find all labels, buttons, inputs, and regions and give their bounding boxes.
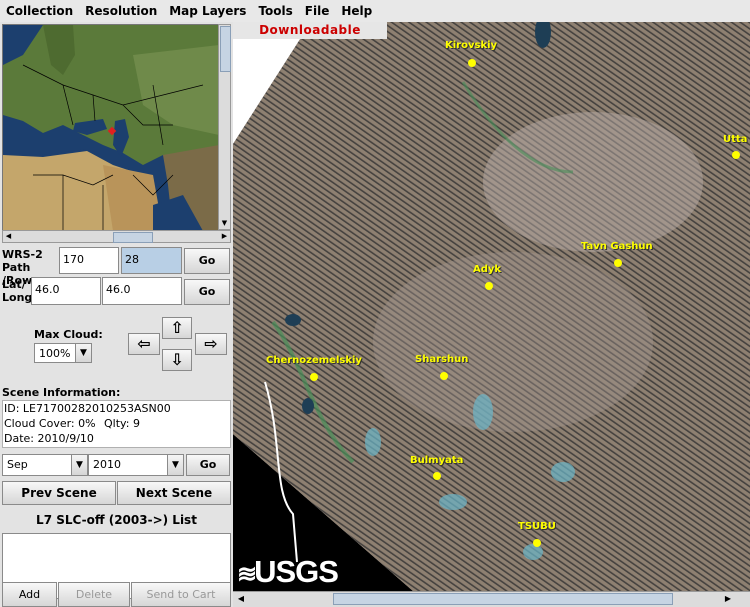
overview-map[interactable] — [2, 24, 220, 232]
latlong-go-button[interactable]: Go — [184, 279, 230, 305]
menu-file[interactable]: File — [299, 4, 336, 18]
month-select[interactable]: Sep ▼ — [2, 454, 88, 476]
scene-cloud-cover: Cloud Cover: 0% — [4, 417, 96, 430]
city-label: Tavn Gashun — [581, 241, 653, 252]
scene-date: Date: 2010/9/10 — [4, 432, 94, 445]
menu-resolution[interactable]: Resolution — [79, 4, 163, 18]
scroll-left-icon[interactable]: ◀ — [3, 231, 14, 242]
chevron-down-icon[interactable]: ▼ — [167, 455, 183, 475]
city-marker-icon — [485, 282, 493, 290]
max-cloud-select[interactable]: 100% ▼ — [34, 343, 92, 363]
left-panel: ▼ ◀ ▶ WRS-2 Path /Row: 170 28 Go Lat/ Lo… — [0, 22, 233, 607]
city-label: Sharshun — [415, 354, 469, 365]
latlong-label: Lat/ Long: — [2, 278, 37, 304]
add-button[interactable]: Add — [2, 582, 57, 607]
menu-help[interactable]: Help — [335, 4, 378, 18]
arrow-right-icon: ⇨ — [204, 334, 218, 353]
city-marker-icon — [310, 373, 318, 381]
scene-info-box: ID: LE71700282010253ASN00 Cloud Cover: 0… — [2, 400, 231, 448]
scene-info-header: Scene Information: — [2, 386, 121, 399]
send-to-cart-button[interactable]: Send to Cart — [131, 582, 231, 607]
max-cloud-label: Max Cloud: — [34, 328, 103, 341]
scroll-right-icon[interactable]: ▶ — [722, 593, 734, 605]
usgs-logo: ≋USGS — [237, 554, 339, 589]
city-label: Chernozemelskiy — [266, 355, 362, 366]
scroll-thumb[interactable] — [113, 232, 153, 243]
arrow-left-icon: ⇦ — [137, 334, 151, 353]
pan-up-button[interactable]: ⇧ — [162, 317, 192, 339]
overview-map-image — [3, 25, 219, 231]
city-label: Kirovskiy — [445, 40, 498, 51]
row-input[interactable]: 28 — [121, 247, 182, 274]
overview-horizontal-scrollbar[interactable]: ◀ ▶ — [2, 230, 231, 243]
overview-vertical-scrollbar[interactable]: ▼ — [218, 24, 231, 230]
prev-scene-button[interactable]: Prev Scene — [2, 481, 116, 505]
scene-quality: Qlty: 9 — [104, 417, 140, 430]
city-marker-icon — [614, 259, 622, 267]
menu-bar: Collection Resolution Map Layers Tools F… — [0, 0, 750, 22]
year-value: 2010 — [93, 458, 121, 471]
arrow-up-icon: ⇧ — [170, 318, 184, 337]
pan-left-button[interactable]: ⇦ — [128, 333, 160, 355]
city-label: Adyk — [473, 264, 502, 275]
next-scene-button[interactable]: Next Scene — [117, 481, 231, 505]
delete-button[interactable]: Delete — [58, 582, 130, 607]
downloadable-banner: Downloadable — [233, 22, 387, 39]
longitude-input[interactable]: 46.0 — [102, 277, 182, 305]
city-marker-icon — [533, 539, 541, 547]
city-label: TSUBU — [518, 521, 556, 532]
map-horizontal-scrollbar[interactable]: ◀ ▶ — [233, 591, 750, 607]
map-view[interactable]: Downloadable Kirovskiy Utta Tavn Gashun … — [233, 22, 750, 591]
city-marker-icon — [732, 151, 740, 159]
usgs-wave-icon: ≋ — [237, 561, 257, 588]
latitude-input[interactable]: 46.0 — [31, 277, 101, 305]
city-marker-icon — [433, 472, 441, 480]
city-marker-icon — [440, 372, 448, 380]
menu-map-layers[interactable]: Map Layers — [163, 4, 252, 18]
scroll-thumb[interactable] — [333, 593, 673, 605]
max-cloud-value: 100% — [39, 347, 71, 360]
chevron-down-icon[interactable]: ▼ — [75, 344, 91, 362]
scroll-left-icon[interactable]: ◀ — [235, 593, 247, 605]
city-label: Bulmyata — [410, 455, 464, 466]
scene-image — [233, 22, 750, 591]
scroll-right-icon[interactable]: ▶ — [219, 231, 230, 242]
menu-collection[interactable]: Collection — [0, 4, 79, 18]
scene-id: ID: LE71700282010253ASN00 — [4, 402, 171, 415]
wrs-go-button[interactable]: Go — [184, 248, 230, 274]
pan-down-button[interactable]: ⇩ — [162, 349, 192, 371]
chevron-down-icon[interactable]: ▼ — [71, 455, 87, 475]
month-value: Sep — [7, 458, 28, 471]
city-marker-icon — [468, 59, 476, 67]
scene-list-title: L7 SLC-off (2003->) List — [36, 513, 197, 527]
arrow-down-icon: ⇩ — [170, 350, 184, 369]
scroll-down-icon[interactable]: ▼ — [220, 219, 229, 228]
scroll-thumb[interactable] — [220, 26, 231, 72]
year-select[interactable]: 2010 ▼ — [88, 454, 184, 476]
date-go-button[interactable]: Go — [186, 454, 230, 476]
pan-right-button[interactable]: ⇨ — [195, 333, 227, 355]
menu-tools[interactable]: Tools — [252, 4, 298, 18]
city-label: Utta — [723, 134, 748, 145]
path-input[interactable]: 170 — [59, 247, 119, 274]
